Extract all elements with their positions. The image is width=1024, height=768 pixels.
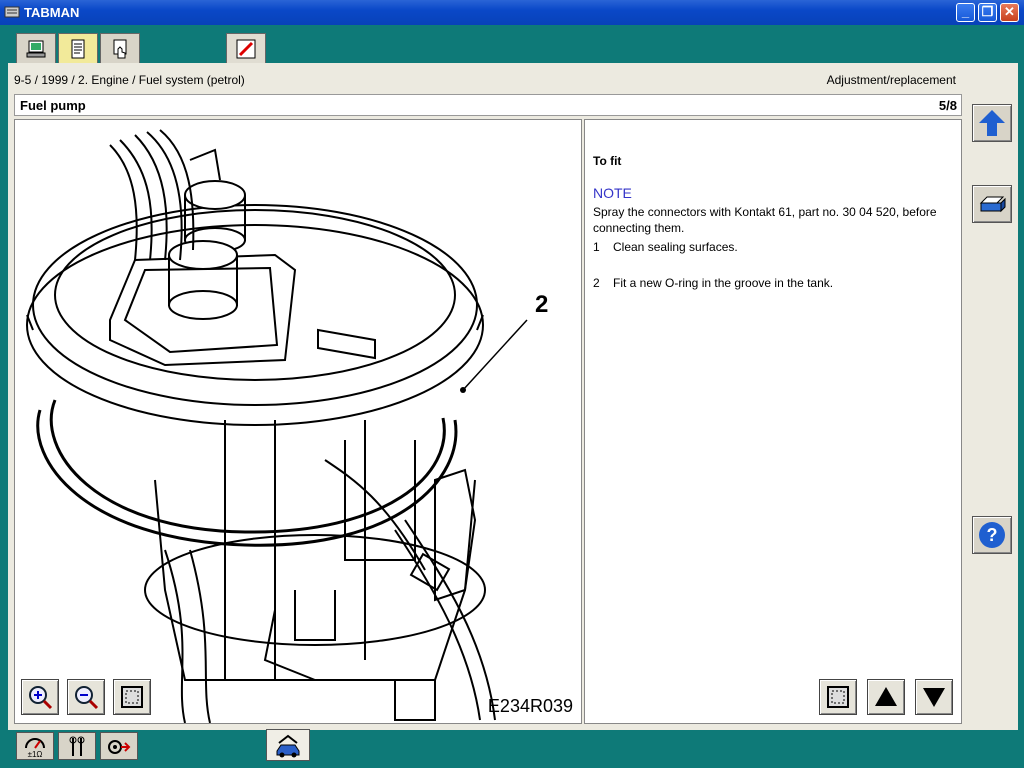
callout-label: 2 [535, 291, 548, 318]
fit-frame-button[interactable] [113, 679, 151, 715]
arrow-up-icon [875, 687, 897, 706]
pen-edit-icon [236, 39, 256, 59]
tab-computer[interactable] [16, 33, 56, 63]
zoom-in-button[interactable] [21, 679, 59, 715]
close-button[interactable]: ✕ [1000, 3, 1019, 22]
mode-label: Adjustment/replacement [826, 73, 956, 87]
step-text: Fit a new O-ring in the groove in the ta… [613, 276, 834, 290]
maximize-button[interactable]: ❐ [978, 3, 997, 22]
document-icon [71, 39, 85, 59]
instructions-pane: To fit NOTE Spray the connectors with Ko… [584, 119, 962, 724]
page-header: Fuel pump 5/8 [14, 94, 962, 116]
step-number: 1 [593, 240, 600, 254]
page-title: Fuel pump [20, 98, 86, 113]
svg-text:±1Ω: ±1Ω [28, 750, 43, 758]
print-icon [979, 196, 1006, 213]
step-number: 2 [593, 276, 600, 290]
main-panel: 9-5 / 1999 / 2. Engine / Fuel system (pe… [8, 63, 1018, 730]
tab-document[interactable] [58, 33, 98, 63]
minimize-button[interactable]: _ [956, 3, 975, 22]
step-text: Clean sealing surfaces. [613, 240, 738, 254]
tab-multimeter[interactable]: ±1Ω [16, 732, 54, 760]
tab-vehicle-home[interactable] [266, 729, 310, 761]
svg-text:?: ? [987, 525, 998, 545]
tab-tools[interactable] [58, 732, 96, 760]
app-icon [4, 6, 20, 18]
window-title: TABMAN [24, 5, 80, 20]
frame-button[interactable] [819, 679, 857, 715]
hand-pointer-icon [113, 39, 127, 59]
diagnostics-icon [108, 740, 131, 754]
up-level-button[interactable] [972, 104, 1012, 142]
frame-icon [827, 686, 849, 708]
previous-step-button[interactable] [867, 679, 905, 715]
print-button[interactable] [972, 185, 1012, 223]
section-heading: To fit [593, 154, 622, 168]
wrench-icon [69, 736, 85, 756]
tab-edit[interactable] [226, 33, 266, 63]
multimeter-icon: ±1Ω [25, 738, 45, 758]
computer-icon [26, 40, 46, 58]
help-button[interactable]: ? [972, 516, 1012, 554]
arrow-down-icon [923, 688, 945, 707]
step-item: 2 Fit a new O-ring in the groove in the t… [593, 276, 833, 290]
zoom-out-icon [75, 686, 99, 710]
car-home-icon [276, 734, 300, 758]
note-text: Spray the connectors with Kontakt 61, pa… [593, 205, 937, 235]
page-number: 5/8 [938, 98, 957, 113]
breadcrumb: 9-5 / 1999 / 2. Engine / Fuel system (pe… [14, 73, 245, 87]
tab-pointer[interactable] [100, 33, 140, 63]
note-label: NOTE [593, 185, 632, 201]
title-bar: TABMAN _ ❐ ✕ [0, 0, 1024, 25]
zoom-out-button[interactable] [67, 679, 105, 715]
illustration-pane: 2 E234R039 [14, 119, 582, 724]
help-icon: ? [979, 522, 1005, 548]
fit-frame-icon [121, 686, 143, 708]
next-step-button[interactable] [915, 679, 953, 715]
up-arrow-icon [979, 110, 1005, 136]
step-item: 1 Clean sealing surfaces. [593, 240, 738, 254]
tab-diagnostics[interactable] [100, 732, 138, 760]
illustration-reference: E234R039 [487, 696, 573, 716]
fuel-pump-illustration: 2 [26, 129, 548, 723]
zoom-in-icon [29, 686, 53, 710]
